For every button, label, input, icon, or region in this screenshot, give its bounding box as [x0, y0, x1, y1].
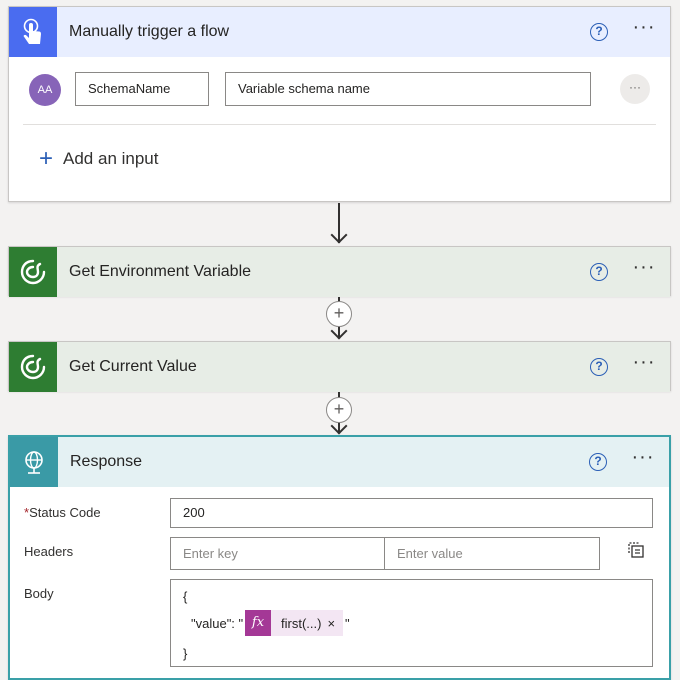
dataverse-icon	[9, 342, 57, 392]
body-close-brace: }	[183, 646, 188, 661]
get-current-value-card[interactable]: Get Current Value ? ···	[8, 341, 671, 392]
env-card-title: Get Environment Variable	[69, 263, 252, 280]
expression-token-label: first(...)	[281, 615, 322, 631]
touch-icon	[9, 7, 57, 57]
globe-request-icon	[10, 437, 58, 487]
get-environment-variable-card[interactable]: Get Environment Variable ? ···	[8, 246, 671, 297]
more-options-icon[interactable]: ···	[629, 447, 657, 472]
more-options-icon[interactable]: ···	[630, 352, 658, 377]
arrow-down-icon	[330, 226, 348, 244]
manual-trigger-card[interactable]: Manually trigger a flow ? ··· AA SchemaN…	[8, 6, 671, 202]
trigger-title: Manually trigger a flow	[69, 23, 230, 40]
status-code-label: *Status Code	[24, 505, 101, 520]
env-card-header[interactable]: Get Environment Variable ? ···	[9, 247, 670, 297]
trigger-input-row: AA SchemaName Variable schema name ···	[27, 71, 652, 111]
input-name-field[interactable]: SchemaName	[75, 72, 209, 106]
more-options-icon[interactable]: ···	[630, 257, 658, 282]
remove-token-icon[interactable]: ×	[327, 616, 343, 631]
headers-label: Headers	[24, 544, 74, 559]
more-options-icon[interactable]: ···	[630, 17, 658, 42]
status-code-input[interactable]: 200	[170, 498, 653, 528]
dataverse-icon	[9, 247, 57, 297]
response-card[interactable]: Response ? ··· *Status Code 200 Headers …	[8, 435, 671, 680]
add-input-button[interactable]: + Add an input	[39, 145, 159, 172]
help-icon[interactable]: ?	[589, 453, 607, 471]
text-input-type-icon: AA	[29, 74, 61, 106]
expression-token[interactable]: fx first(...) ×	[245, 610, 344, 636]
response-card-header[interactable]: Response ? ···	[10, 437, 669, 487]
body-open-brace: {	[183, 589, 188, 604]
body-label: Body	[24, 586, 54, 601]
header-key-input[interactable]: Enter key	[170, 537, 385, 570]
trigger-card-header[interactable]: Manually trigger a flow ? ···	[9, 7, 670, 57]
response-title: Response	[70, 453, 143, 470]
help-icon[interactable]: ?	[590, 263, 608, 281]
current-card-title: Get Current Value	[69, 358, 197, 375]
input-description-field[interactable]: Variable schema name	[225, 72, 591, 106]
switch-to-text-mode-icon[interactable]	[627, 541, 645, 559]
add-input-label: Add an input	[63, 149, 159, 168]
help-icon[interactable]: ?	[590, 23, 608, 41]
body-editor[interactable]: { "value": " fx first(...) × " }	[170, 579, 653, 667]
function-icon: fx	[245, 610, 271, 636]
plus-icon: +	[39, 145, 54, 172]
input-more-options-icon[interactable]: ···	[620, 74, 650, 104]
divider	[23, 124, 656, 125]
help-icon[interactable]: ?	[590, 358, 608, 376]
body-quote-close: "	[345, 616, 350, 631]
current-card-header[interactable]: Get Current Value ? ···	[9, 342, 670, 392]
body-key-text: "value": "	[191, 616, 244, 631]
header-value-input[interactable]: Enter value	[384, 537, 600, 570]
